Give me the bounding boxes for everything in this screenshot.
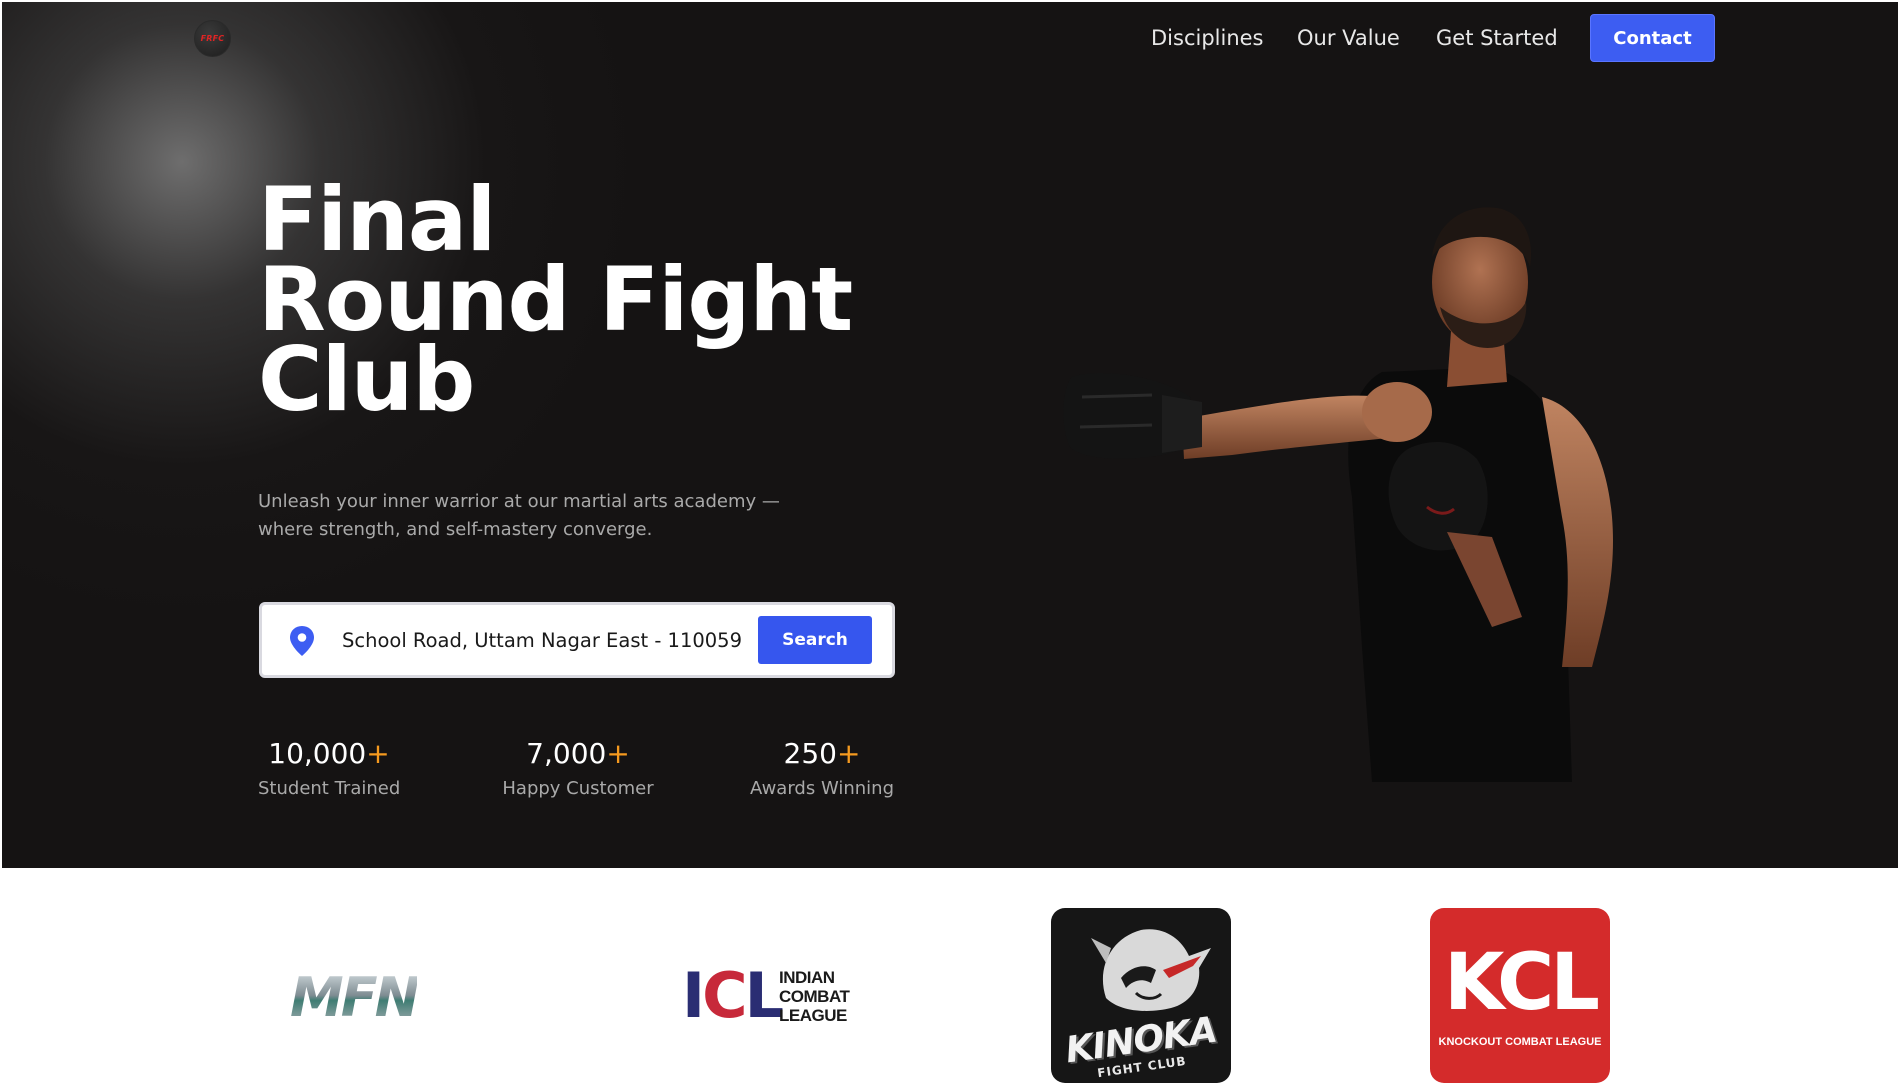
stat-plus: + <box>836 737 861 770</box>
stat-label: Happy Customer <box>502 778 654 799</box>
stat-number: 7,000 <box>526 737 607 770</box>
location-search-bar[interactable]: School Road, Uttam Nagar East - 110059 S… <box>259 602 895 678</box>
stat-awards: 250+ Awards Winning <box>748 736 896 799</box>
icl-word: COMBAT <box>779 987 850 1006</box>
stat-number: 250 <box>783 737 837 770</box>
partner-logos-strip: MFN ICL INDIAN COMBAT LEAGUE KINOKA FIGH… <box>0 868 1900 1083</box>
mfn-logo-text: MFN <box>290 966 420 1029</box>
partner-logo-icl[interactable]: ICL INDIAN COMBAT LEAGUE <box>682 964 850 1028</box>
icl-letters: ICL <box>682 964 784 1028</box>
icl-words: INDIAN COMBAT LEAGUE <box>779 968 850 1025</box>
hero-subtitle-line: Unleash your inner warrior at our martia… <box>258 491 780 512</box>
icl-letter: C <box>702 959 747 1032</box>
hero-section: FRFC Disciplines Our Value Get Started C… <box>2 2 1898 868</box>
stat-plus: + <box>606 737 630 770</box>
stat-number: 10,000 <box>268 737 367 770</box>
icl-word: LEAGUE <box>779 1006 847 1025</box>
map-pin-icon <box>290 626 314 656</box>
stat-value: 7,000+ <box>498 736 658 772</box>
icl-letter: L <box>744 959 784 1032</box>
location-input[interactable]: School Road, Uttam Nagar East - 110059 <box>342 629 742 652</box>
stat-label: Awards Winning <box>750 778 894 799</box>
stat-value: 10,000+ <box>258 736 400 772</box>
search-button[interactable]: Search <box>758 616 872 664</box>
nav-link-disciplines[interactable]: Disciplines <box>1151 26 1264 50</box>
partner-logo-mfn[interactable]: MFN <box>290 966 475 1029</box>
hero-title: Final Round Fight Club <box>258 176 958 431</box>
contact-button[interactable]: Contact <box>1590 14 1715 62</box>
kcl-subtitle: KNOCKOUT COMBAT LEAGUE <box>1438 1036 1602 1048</box>
top-nav: Disciplines Our Value Get Started Contac… <box>2 14 1898 62</box>
partner-logo-kinoka[interactable]: KINOKA FIGHT CLUB <box>1051 908 1231 1083</box>
hero-title-line: Club <box>258 328 475 431</box>
icl-word: INDIAN <box>779 968 835 987</box>
icl-letter: I <box>682 959 705 1032</box>
stat-customers: 7,000+ Happy Customer <box>498 736 658 799</box>
stat-plus: + <box>366 737 390 770</box>
kcl-letters: KCL <box>1444 938 1600 1028</box>
nav-link-get-started[interactable]: Get Started <box>1436 26 1558 50</box>
stat-label: Student Trained <box>258 778 401 799</box>
hero-subtitle-line: where strength, and self-mastery converg… <box>258 519 653 540</box>
nav-link-our-value[interactable]: Our Value <box>1297 26 1400 50</box>
stat-value: 250+ <box>748 736 896 772</box>
partner-logo-kcl[interactable]: KCL KNOCKOUT COMBAT LEAGUE <box>1430 908 1610 1083</box>
stat-students: 10,000+ Student Trained <box>258 736 400 799</box>
hero-subtitle: Unleash your inner warrior at our martia… <box>258 488 818 544</box>
fighter-image <box>1063 207 1613 782</box>
